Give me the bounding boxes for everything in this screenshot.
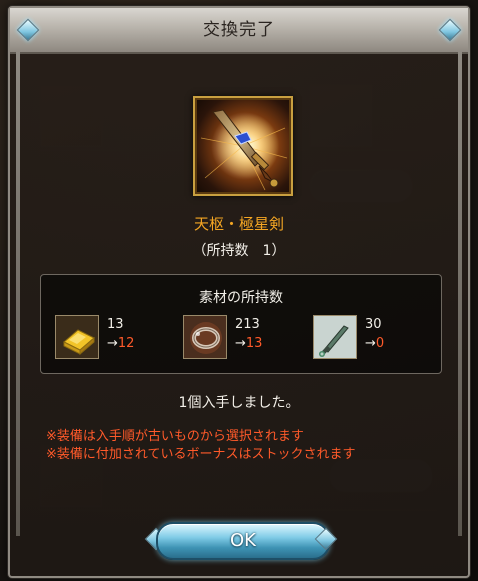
sword-icon: [193, 96, 293, 196]
notes-list: ※装備は入手順が古いものから選択されます ※装備に付加されているボーナスはストッ…: [46, 428, 446, 464]
arrow-icon: →: [235, 336, 246, 351]
ring-material-icon: [183, 315, 227, 359]
material-count-before: 13: [107, 317, 124, 332]
corner-gem-icon: [438, 18, 462, 42]
game-screen: 交換完了 天枢・極星剣 （所持数 1） 素材の所持数 13 →12 213 →1…: [0, 0, 478, 581]
material-count-after: →13: [235, 336, 262, 351]
note-text: ※装備に付加されているボーナスはストックされます: [46, 447, 356, 462]
note-text: ※装備は入手順が古いものから選択されます: [46, 429, 304, 444]
material-after-value: 0: [375, 336, 385, 351]
dialog-titlebar: 交換完了: [10, 8, 468, 54]
material-count-before: 30: [365, 317, 382, 332]
dialog-title: 交換完了: [203, 20, 275, 40]
material-after-value: 12: [117, 336, 135, 351]
item-name: 天枢・極星剣: [193, 215, 284, 233]
weapon-material-icon: [313, 315, 357, 359]
material-count-after: →0: [365, 336, 384, 351]
material-count-after: →12: [107, 336, 134, 351]
result-message: 1個入手しました。: [178, 395, 300, 411]
material-count-before: 213: [235, 317, 260, 332]
arrow-icon: →: [365, 336, 376, 351]
materials-panel: 素材の所持数 13 →12 213 →13 30 →0: [40, 274, 442, 374]
ok-button[interactable]: OK: [156, 522, 330, 560]
material-after-value: 13: [245, 336, 263, 351]
ok-button-wrapper: OK: [144, 516, 338, 562]
frame-right-bar: [458, 52, 462, 536]
gold-ingot-icon: [55, 315, 99, 359]
corner-gem-icon: [16, 18, 40, 42]
item-owned-count: （所持数 1）: [192, 243, 286, 259]
arrow-icon: →: [107, 336, 118, 351]
frame-left-bar: [16, 52, 20, 536]
materials-header: 素材の所持数: [199, 290, 283, 306]
exchange-complete-dialog: 交換完了 天枢・極星剣 （所持数 1） 素材の所持数 13 →12 213 →1…: [8, 6, 470, 578]
